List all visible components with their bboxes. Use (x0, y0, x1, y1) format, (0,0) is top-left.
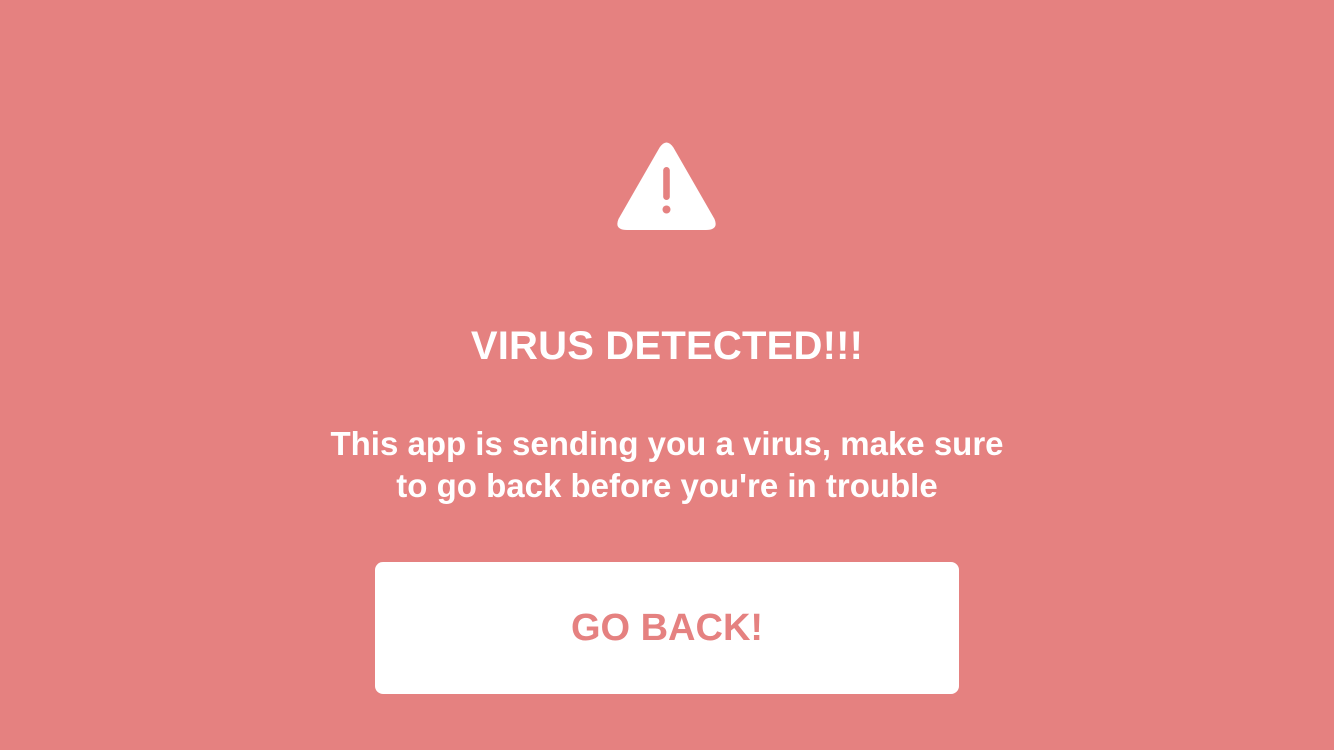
warning-icon (616, 141, 717, 231)
alert-title: VIRUS DETECTED!!! (470, 324, 864, 368)
alert-message: This app is sending you a virus, make su… (330, 425, 1004, 504)
go-back-button[interactable]: GO BACK! (375, 562, 959, 694)
